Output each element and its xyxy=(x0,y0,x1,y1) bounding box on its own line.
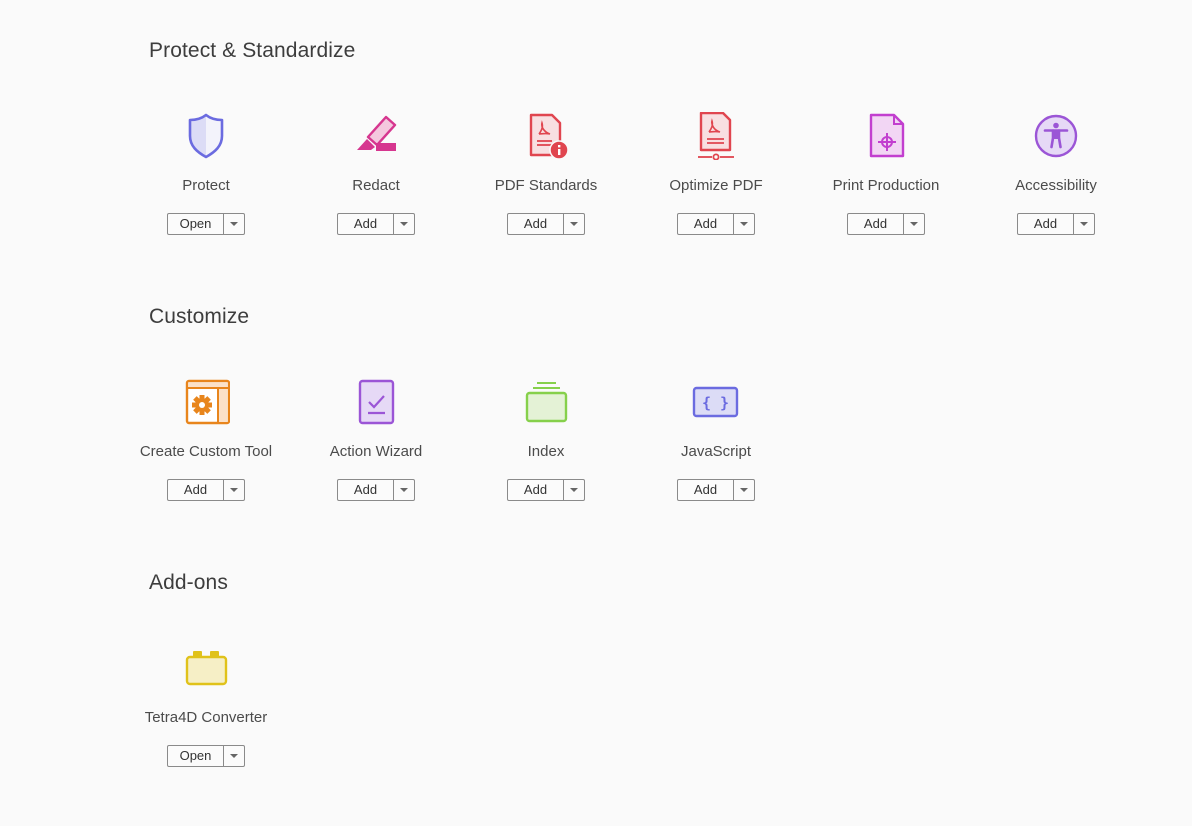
redact-add-button[interactable]: Add xyxy=(338,214,394,234)
tool-label: Redact xyxy=(352,177,400,194)
index-icon[interactable] xyxy=(522,378,570,426)
optimize-pdf-split-button: Add xyxy=(677,213,755,235)
index-add-button[interactable]: Add xyxy=(508,480,564,500)
create-custom-tool-add-button[interactable]: Add xyxy=(168,480,224,500)
pdf-standards-dropdown-button[interactable] xyxy=(564,214,584,234)
tool-label: Index xyxy=(527,443,565,460)
tetra4d-block-icon[interactable] xyxy=(182,644,230,692)
action-wizard-dropdown-button[interactable] xyxy=(394,480,414,500)
tool-label: Protect xyxy=(182,177,230,194)
javascript-braces-icon[interactable]: { } xyxy=(692,378,740,426)
caret-down-icon xyxy=(740,222,748,226)
print-production-icon[interactable] xyxy=(862,112,910,160)
protect-open-button[interactable]: Open xyxy=(168,214,224,234)
create-custom-tool-split-button: Add xyxy=(167,479,245,501)
print-production-add-button[interactable]: Add xyxy=(848,214,904,234)
action-wizard-split-button: Add xyxy=(337,479,415,501)
redact-marker-icon[interactable] xyxy=(352,112,400,160)
tool-action-wizard: Action Wizard Add xyxy=(291,378,461,501)
action-wizard-add-button[interactable]: Add xyxy=(338,480,394,500)
tool-accessibility: Accessibility Add xyxy=(971,112,1141,235)
protect-dropdown-button[interactable] xyxy=(224,214,244,234)
caret-down-icon xyxy=(400,488,408,492)
tool-redact: Redact Add xyxy=(291,112,461,235)
index-dropdown-button[interactable] xyxy=(564,480,584,500)
tool-index: Index Add xyxy=(461,378,631,501)
javascript-split-button: Add xyxy=(677,479,755,501)
section-title-protect-standardize: Protect & Standardize xyxy=(149,39,356,62)
tool-print-production: Print Production Add xyxy=(801,112,971,235)
pdf-standards-add-button[interactable]: Add xyxy=(508,214,564,234)
print-production-dropdown-button[interactable] xyxy=(904,214,924,234)
tool-protect: Protect Open xyxy=(121,112,291,235)
svg-text:{ }: { } xyxy=(702,394,729,412)
tool-label: Print Production xyxy=(832,177,940,194)
redact-split-button: Add xyxy=(337,213,415,235)
action-wizard-icon[interactable] xyxy=(352,378,400,426)
tool-label: PDF Standards xyxy=(494,177,598,194)
javascript-dropdown-button[interactable] xyxy=(734,480,754,500)
tool-label: Action Wizard xyxy=(329,443,423,460)
tool-label: JavaScript xyxy=(680,443,752,460)
pdf-standards-icon[interactable] xyxy=(522,112,570,160)
section-title-add-ons: Add-ons xyxy=(149,571,228,594)
accessibility-icon[interactable] xyxy=(1032,112,1080,160)
caret-down-icon xyxy=(230,222,238,226)
caret-down-icon xyxy=(570,222,578,226)
create-custom-tool-dropdown-button[interactable] xyxy=(224,480,244,500)
caret-down-icon xyxy=(570,488,578,492)
tool-tetra4d-converter: Tetra4D Converter Open xyxy=(121,644,291,767)
caret-down-icon xyxy=(230,754,238,758)
tool-create-custom-tool: Create Custom Tool Add xyxy=(121,378,291,501)
custom-tool-gear-icon[interactable] xyxy=(182,378,230,426)
tool-label: Accessibility xyxy=(1015,177,1097,194)
javascript-add-button[interactable]: Add xyxy=(678,480,734,500)
tool-label: Create Custom Tool xyxy=(139,443,273,460)
caret-down-icon xyxy=(910,222,918,226)
tetra4d-dropdown-button[interactable] xyxy=(224,746,244,766)
caret-down-icon xyxy=(1080,222,1088,226)
section-title-customize: Customize xyxy=(149,305,250,328)
tetra4d-open-button[interactable]: Open xyxy=(168,746,224,766)
redact-dropdown-button[interactable] xyxy=(394,214,414,234)
tool-label: Tetra4D Converter xyxy=(144,709,268,726)
optimize-pdf-add-button[interactable]: Add xyxy=(678,214,734,234)
caret-down-icon xyxy=(740,488,748,492)
optimize-pdf-dropdown-button[interactable] xyxy=(734,214,754,234)
tetra4d-split-button: Open xyxy=(167,745,245,767)
tool-optimize-pdf: Optimize PDF Add xyxy=(631,112,801,235)
tool-pdf-standards: PDF Standards Add xyxy=(461,112,631,235)
accessibility-dropdown-button[interactable] xyxy=(1074,214,1094,234)
accessibility-split-button: Add xyxy=(1017,213,1095,235)
protect-split-button: Open xyxy=(167,213,245,235)
tool-label: Optimize PDF xyxy=(669,177,763,194)
shield-icon[interactable] xyxy=(182,112,230,160)
print-production-split-button: Add xyxy=(847,213,925,235)
caret-down-icon xyxy=(400,222,408,226)
caret-down-icon xyxy=(230,488,238,492)
tool-javascript: { } JavaScript Add xyxy=(631,378,801,501)
accessibility-add-button[interactable]: Add xyxy=(1018,214,1074,234)
pdf-standards-split-button: Add xyxy=(507,213,585,235)
optimize-pdf-icon[interactable] xyxy=(692,112,740,160)
index-split-button: Add xyxy=(507,479,585,501)
